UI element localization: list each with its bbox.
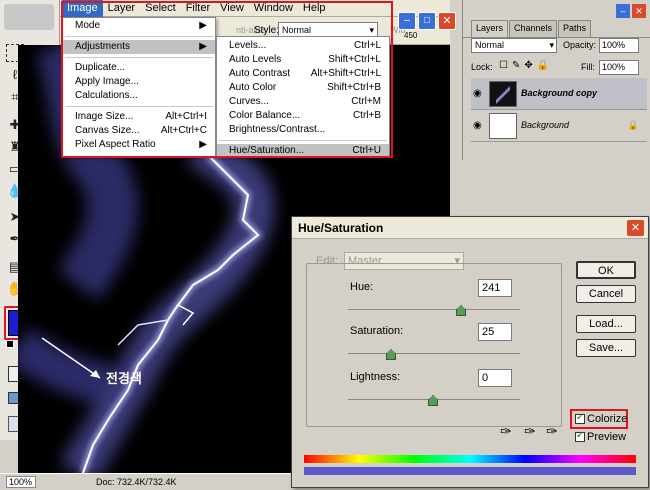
menu-layer[interactable]: Layer bbox=[103, 0, 141, 17]
visibility-eye-icon[interactable]: ◉ bbox=[473, 88, 482, 99]
ok-button[interactable]: OK bbox=[576, 261, 636, 279]
adjustments-submenu: Levels... Ctrl+L Auto Levels Shift+Ctrl+L … bbox=[216, 36, 390, 158]
lock-icons[interactable]: ☐✎✥🔒 bbox=[499, 60, 553, 71]
eyedropper-minus-icon[interactable]: ✑ bbox=[546, 423, 558, 440]
menu-window[interactable]: Window bbox=[249, 0, 298, 17]
menu-item-brightness-contrast[interactable]: Brightness/Contrast... bbox=[217, 123, 389, 137]
lock-icon: 🔒 bbox=[627, 120, 639, 130]
eyedropper-icon[interactable]: ✑ bbox=[500, 423, 512, 440]
menu-item-image-size[interactable]: Image Size... Alt+Ctrl+I bbox=[63, 110, 215, 124]
preview-checkbox[interactable]: Preview bbox=[575, 430, 626, 443]
panel-close-icon[interactable]: ✕ bbox=[632, 4, 646, 18]
menu-item-canvas-size[interactable]: Canvas Size... Alt+Ctrl+C bbox=[63, 124, 215, 138]
eyedropper-plus-icon[interactable]: ✑ bbox=[524, 423, 536, 440]
ruler-mark: 450 bbox=[404, 31, 418, 40]
save-button[interactable]: Save... bbox=[576, 339, 636, 357]
foreground-annotation-label: 전경색 bbox=[106, 371, 142, 386]
menu-item-calculations[interactable]: Calculations... bbox=[63, 89, 215, 103]
lock-label: Lock: bbox=[471, 62, 493, 72]
dialog-title: Hue/Saturation bbox=[292, 217, 648, 239]
hue-slider-track[interactable] bbox=[348, 309, 520, 310]
hue-field[interactable]: 241 bbox=[478, 279, 512, 297]
hue-label: Hue: bbox=[350, 281, 374, 293]
menubar: Image Layer Select Filter View Window He… bbox=[60, 0, 450, 17]
menu-item-mode[interactable]: Mode ▶ bbox=[63, 19, 215, 33]
hue-spectrum-bar bbox=[304, 455, 636, 463]
feather-logo bbox=[4, 4, 54, 30]
saturation-label: Saturation: bbox=[350, 325, 404, 337]
menu-select[interactable]: Select bbox=[140, 0, 181, 17]
default-colors-icon[interactable] bbox=[6, 340, 14, 348]
colorize-checkbox[interactable]: Colorize bbox=[575, 412, 627, 425]
layer-row-background[interactable]: ◉ Background 🔒 bbox=[471, 110, 647, 142]
saturation-field[interactable]: 25 bbox=[478, 323, 512, 341]
tab-paths[interactable]: Paths bbox=[558, 20, 592, 37]
layer-thumbnail-white bbox=[489, 113, 517, 139]
doc-size: Doc: 732.4K/732.4K bbox=[96, 477, 177, 487]
style-value: Normal bbox=[282, 25, 312, 35]
hue-saturation-dialog: Hue/Saturation ✕ Edit: Master ▾ Hue: 241 … bbox=[291, 216, 649, 488]
menu-item-hue-saturation[interactable]: Hue/Saturation... Ctrl+U bbox=[217, 144, 389, 158]
window-controls: – □ ✕ bbox=[398, 12, 456, 30]
menu-item-levels[interactable]: Levels... Ctrl+L bbox=[217, 39, 389, 53]
style-label: Style: bbox=[254, 25, 280, 36]
opacity-field[interactable]: 100% bbox=[599, 38, 639, 53]
menu-item-curves[interactable]: Curves... Ctrl+M bbox=[217, 95, 389, 109]
visibility-eye-icon[interactable]: ◉ bbox=[473, 120, 482, 131]
menu-item-auto-contrast[interactable]: Auto Contrast Alt+Shift+Ctrl+L bbox=[217, 67, 389, 81]
layer-name: Background copy bbox=[521, 88, 598, 98]
image-menu: Mode ▶ Adjustments ▶ Duplicate... Apply Im… bbox=[62, 17, 216, 157]
menu-item-color-balance[interactable]: Color Balance... Ctrl+B bbox=[217, 109, 389, 123]
load-button[interactable]: Load... bbox=[576, 315, 636, 333]
tab-channels[interactable]: Channels bbox=[509, 20, 558, 37]
fill-field[interactable]: 100% bbox=[599, 60, 639, 75]
zoom-level[interactable]: 100% bbox=[6, 476, 36, 488]
menu-view[interactable]: View bbox=[215, 0, 249, 17]
menu-filter[interactable]: Filter bbox=[181, 0, 215, 17]
saturation-slider-track[interactable] bbox=[348, 353, 520, 354]
menu-item-duplicate[interactable]: Duplicate... bbox=[63, 61, 215, 75]
dialog-close-icon[interactable]: ✕ bbox=[627, 220, 644, 236]
menu-item-apply-image[interactable]: Apply Image... bbox=[63, 75, 215, 89]
fill-label: Fill: bbox=[581, 62, 595, 72]
menu-item-adjustments[interactable]: Adjustments ▶ bbox=[63, 40, 215, 54]
menu-item-pixel-aspect[interactable]: Pixel Aspect Ratio ▶ bbox=[63, 138, 215, 152]
layers-panel: ✕ – Layers Channels Paths Normal ▾ Opacit… bbox=[462, 0, 650, 160]
cancel-button[interactable]: Cancel bbox=[576, 285, 636, 303]
menu-image[interactable]: Image bbox=[62, 0, 103, 17]
layer-row-background-copy[interactable]: ◉ Background copy bbox=[471, 78, 647, 110]
layer-name: Background bbox=[521, 120, 570, 130]
panel-minimize-icon[interactable]: – bbox=[616, 4, 630, 18]
opacity-label: Opacity: bbox=[563, 40, 597, 50]
lightness-label: Lightness: bbox=[350, 371, 401, 383]
blend-mode-select[interactable]: Normal ▾ bbox=[471, 38, 557, 53]
result-color-bar bbox=[304, 467, 636, 475]
menu-item-auto-color[interactable]: Auto Color Shift+Ctrl+B bbox=[217, 81, 389, 95]
annotation-arrow bbox=[41, 337, 101, 379]
minimize-icon[interactable]: – bbox=[398, 12, 416, 30]
menu-help[interactable]: Help bbox=[298, 0, 331, 17]
layer-thumbnail-lightning bbox=[489, 81, 517, 107]
close-icon[interactable]: ✕ bbox=[438, 12, 456, 30]
maximize-icon[interactable]: □ bbox=[418, 12, 436, 30]
menu-item-auto-levels[interactable]: Auto Levels Shift+Ctrl+L bbox=[217, 53, 389, 67]
tab-layers[interactable]: Layers bbox=[471, 20, 509, 37]
lightness-field[interactable]: 0 bbox=[478, 369, 512, 387]
